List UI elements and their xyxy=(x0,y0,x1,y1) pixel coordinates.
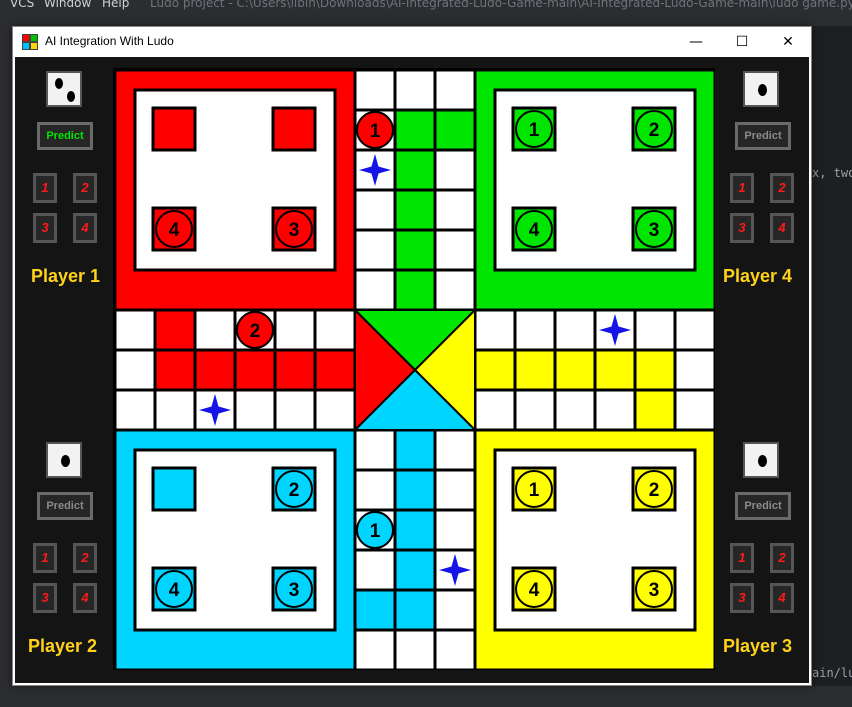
maximize-button[interactable]: ☐ xyxy=(719,27,765,57)
ide-code-line: ain/lu xyxy=(812,666,852,680)
colored-path-cell xyxy=(235,350,275,390)
p1-dice[interactable] xyxy=(46,71,82,107)
p2-predict-button[interactable]: Predict xyxy=(37,492,93,520)
colored-path-cell xyxy=(395,430,435,470)
ide-menubar: VCS Window Help Ludo project - C:\Users\… xyxy=(0,0,852,12)
colored-path-cell xyxy=(595,350,635,390)
colored-path-cell xyxy=(555,350,595,390)
blue-home-token-number: 4 xyxy=(169,580,180,601)
player-1-label: Player 1 xyxy=(31,266,101,286)
p4-token-button-3[interactable]: 3 xyxy=(730,213,754,243)
minimize-icon: — xyxy=(689,34,703,50)
blue-track-token-number: 1 xyxy=(370,521,381,542)
red-home-token-slot xyxy=(271,106,317,152)
dice-pip xyxy=(67,91,75,102)
ide-left-gutter xyxy=(0,26,12,686)
ide-statusbar xyxy=(0,686,852,707)
colored-path-cell xyxy=(395,550,435,590)
p3-token-button-1[interactable]: 1 xyxy=(730,543,754,573)
p1-token-button-2[interactable]: 2 xyxy=(73,173,97,203)
red-home-token-number: 3 xyxy=(289,220,300,241)
red-home-token-slot xyxy=(151,106,197,152)
p2-token-button-2[interactable]: 2 xyxy=(73,543,97,573)
yellow-home-token-number: 1 xyxy=(529,480,540,501)
window-titlebar[interactable]: AI Integration With Ludo — ☐ ✕ xyxy=(13,27,811,57)
ide-menu-vcs[interactable]: VCS xyxy=(10,0,34,10)
p4-token-button-4[interactable]: 4 xyxy=(770,213,794,243)
blue-home-token-number: 2 xyxy=(289,480,300,501)
ide-project-path: Ludo project - C:\Users\libin\Downloads\… xyxy=(150,0,852,10)
colored-path-cell xyxy=(635,350,675,390)
ide-menu-window[interactable]: Window xyxy=(44,0,91,10)
close-icon: ✕ xyxy=(782,34,794,50)
p3-dice[interactable] xyxy=(743,442,779,478)
colored-path-cell xyxy=(635,390,675,430)
p2-dice[interactable] xyxy=(46,442,82,478)
p4-token-button-1[interactable]: 1 xyxy=(730,173,754,203)
app-logo-icon xyxy=(22,34,38,50)
red-home-token-number: 4 xyxy=(169,220,180,241)
p3-predict-button[interactable]: Predict xyxy=(735,492,791,520)
red-track-token-number: 2 xyxy=(250,321,261,342)
game-canvas: Predict 1 2 3 4 Player 1 Predict 1 2 3 4… xyxy=(15,57,809,683)
colored-path-cell xyxy=(275,350,315,390)
colored-path-cell xyxy=(395,150,435,190)
p3-token-button-4[interactable]: 4 xyxy=(770,583,794,613)
p1-token-button-3[interactable]: 3 xyxy=(33,213,57,243)
minimize-button[interactable]: — xyxy=(673,27,719,57)
p1-token-button-4[interactable]: 4 xyxy=(73,213,97,243)
p4-token-button-2[interactable]: 2 xyxy=(770,173,794,203)
yellow-home-token-number: 4 xyxy=(529,580,540,601)
p2-token-button-4[interactable]: 4 xyxy=(73,583,97,613)
colored-path-cell xyxy=(475,350,515,390)
p4-dice[interactable] xyxy=(743,71,779,107)
dice-pip xyxy=(758,84,767,96)
colored-path-cell xyxy=(395,590,435,630)
green-home-token-number: 3 xyxy=(649,220,660,241)
ide-editor-area: x, two_ ain/lu xyxy=(812,26,852,686)
p3-token-button-3[interactable]: 3 xyxy=(730,583,754,613)
p2-token-button-1[interactable]: 1 xyxy=(33,543,57,573)
ludo-board: 4 3 1 2 4 3 2 4 3 1 2 4 3 1 2 1 xyxy=(113,68,715,670)
window-title: AI Integration With Ludo xyxy=(45,34,174,48)
red-track-token-number: 1 xyxy=(370,121,381,142)
player-3-label: Player 3 xyxy=(723,636,793,656)
colored-path-cell xyxy=(155,350,195,390)
ide-code-line: x, two_ xyxy=(812,166,852,180)
colored-path-cell xyxy=(155,310,195,350)
p2-token-button-3[interactable]: 3 xyxy=(33,583,57,613)
green-home-token-number: 4 xyxy=(529,220,540,241)
p4-predict-button[interactable]: Predict xyxy=(735,122,791,150)
close-button[interactable]: ✕ xyxy=(765,27,811,57)
dice-pip xyxy=(61,455,70,467)
dice-pip xyxy=(55,78,63,89)
colored-path-cell xyxy=(395,470,435,510)
ide-menu-help[interactable]: Help xyxy=(102,0,129,10)
yellow-home-token-number: 3 xyxy=(649,580,660,601)
yellow-home-token-number: 2 xyxy=(649,480,660,501)
p3-token-button-2[interactable]: 2 xyxy=(770,543,794,573)
colored-path-cell xyxy=(395,230,435,270)
player-2-label: Player 2 xyxy=(28,636,98,656)
colored-path-cell xyxy=(515,350,555,390)
app-window: AI Integration With Ludo — ☐ ✕ Predict 1… xyxy=(12,26,812,686)
green-home-token-number: 1 xyxy=(529,120,540,141)
colored-path-cell xyxy=(435,110,475,150)
colored-path-cell xyxy=(355,590,395,630)
dice-pip xyxy=(758,455,767,467)
green-home-token-number: 2 xyxy=(649,120,660,141)
blue-home-token-number: 3 xyxy=(289,580,300,601)
player-4-label: Player 4 xyxy=(723,266,793,286)
colored-path-cell xyxy=(395,510,435,550)
colored-path-cell xyxy=(315,350,355,390)
colored-path-cell xyxy=(395,270,435,310)
colored-path-cell xyxy=(195,350,235,390)
maximize-icon: ☐ xyxy=(735,34,749,50)
p1-predict-button[interactable]: Predict xyxy=(37,122,93,150)
p1-token-button-1[interactable]: 1 xyxy=(33,173,57,203)
blue-home-token-slot xyxy=(151,466,197,512)
colored-path-cell xyxy=(395,190,435,230)
ludo-board-svg: 4 3 1 2 4 3 2 4 3 1 2 4 3 1 2 1 xyxy=(113,68,715,670)
colored-path-cell xyxy=(395,110,435,150)
